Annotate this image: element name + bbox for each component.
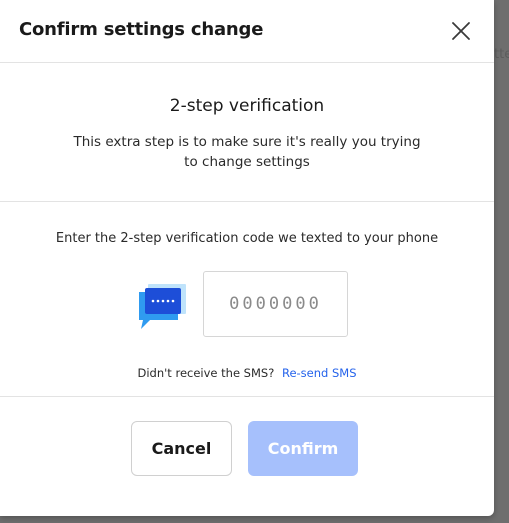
verification-info-section: 2-step verification This extra step is t… [0, 63, 494, 202]
resend-sms-link[interactable]: Re-send SMS [282, 366, 357, 380]
dialog-header: Confirm settings change [0, 0, 494, 63]
code-instruction: Enter the 2-step verification code we te… [55, 231, 439, 246]
verification-description: This extra step is to make sure it's rea… [73, 134, 421, 170]
dialog-title: Confirm settings change [19, 19, 264, 40]
confirm-button[interactable]: Confirm [248, 421, 358, 476]
verification-code-input[interactable] [203, 271, 348, 337]
resend-prompt: Didn't receive the SMS? [137, 366, 275, 380]
verification-heading: 2-step verification [169, 96, 325, 116]
cancel-button[interactable]: Cancel [131, 421, 232, 476]
resend-row: Didn't receive the SMS? Re-send SMS [0, 366, 494, 380]
close-button[interactable] [450, 20, 472, 42]
sms-message-icon [139, 284, 186, 329]
confirm-settings-dialog: Confirm settings change 2-step verificat… [0, 0, 494, 516]
close-icon [452, 22, 470, 40]
backdrop-text-fragment: tte [494, 47, 509, 62]
dialog-footer: Cancel Confirm [0, 397, 494, 517]
code-entry-section: Enter the 2-step verification code we te… [0, 202, 494, 397]
